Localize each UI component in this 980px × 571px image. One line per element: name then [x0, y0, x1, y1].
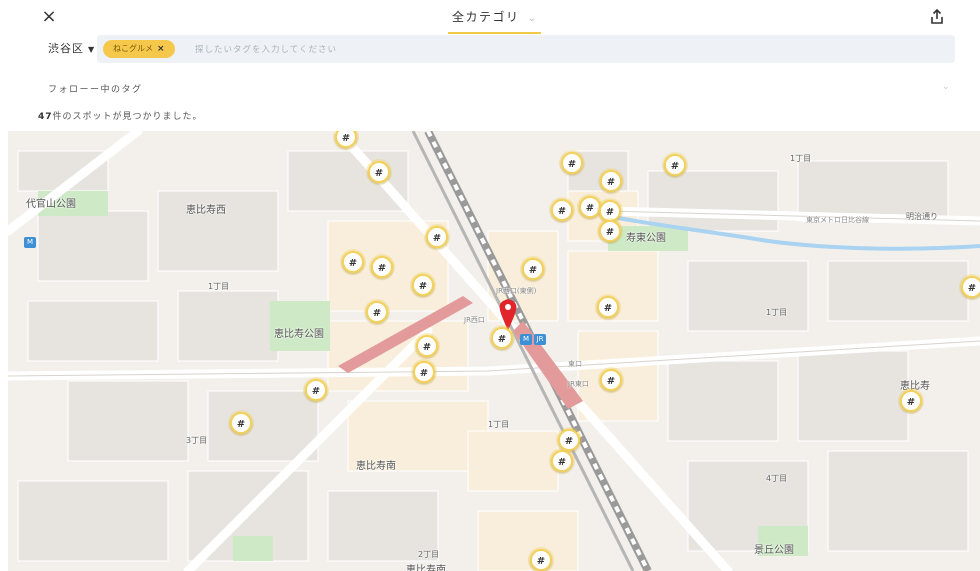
spot-pin[interactable]: #	[412, 274, 434, 296]
remove-tag-icon[interactable]: ×	[157, 44, 165, 54]
spot-pin[interactable]: #	[597, 296, 619, 318]
close-button[interactable]: ×	[40, 8, 58, 26]
map-label: 恵比寿西	[186, 205, 226, 216]
spot-pin[interactable]: #	[961, 276, 980, 298]
chevron-down-icon: ⌄	[942, 82, 950, 92]
map-label: 東京メトロ日比谷線	[806, 216, 869, 224]
close-icon[interactable]: ×	[41, 6, 56, 27]
spot-pin[interactable]: #	[600, 170, 622, 192]
map-label: 1丁目	[208, 282, 230, 291]
map-label: JR西口(東側)	[496, 287, 537, 295]
spot-pin[interactable]: #	[599, 220, 621, 242]
map-label: 2丁目	[418, 550, 440, 559]
map-label: 1丁目	[766, 308, 788, 317]
map-label: 恵比寿南	[356, 461, 396, 472]
spot-pin[interactable]: #	[558, 429, 580, 451]
spot-pin[interactable]: #	[561, 152, 583, 174]
map-label: 明治通り	[906, 212, 938, 221]
area-selector[interactable]: 渋谷区 ▼	[48, 40, 95, 56]
followed-tags-toggle[interactable]: フォローー中のタグ ⌄	[0, 82, 980, 98]
map-label: 恵比寿公園	[274, 329, 324, 340]
share-button[interactable]	[928, 8, 946, 26]
tag-search-box[interactable]: ねこグルメ ×	[97, 35, 955, 63]
map-label: 恵比寿南	[406, 565, 446, 571]
category-label: 全カテゴリ	[452, 10, 520, 24]
spot-pin[interactable]: #	[342, 251, 364, 273]
spot-pin[interactable]: #	[491, 327, 513, 349]
map-label: 3丁目	[186, 436, 208, 445]
spot-pin[interactable]: #	[664, 154, 686, 176]
followed-tags-label: フォローー中のタグ	[48, 85, 143, 95]
map-label: 1丁目	[488, 420, 510, 429]
spot-pin[interactable]: #	[579, 196, 601, 218]
tag-search-input[interactable]	[193, 39, 937, 61]
spot-pin[interactable]: #	[599, 200, 621, 222]
result-count-text: 47件のスポットが見つかりました。	[38, 109, 203, 122]
map-label: JR東口	[568, 380, 589, 388]
result-text: 件のスポットが見つかりました。	[52, 112, 203, 122]
spot-pin[interactable]: #	[413, 361, 435, 383]
map-base	[8, 131, 980, 571]
spot-pin[interactable]: #	[426, 226, 448, 248]
spot-pin[interactable]: #	[522, 258, 544, 280]
jr-station-icon[interactable]: JR	[534, 334, 546, 345]
spot-pin[interactable]: #	[371, 256, 393, 278]
area-label: 渋谷区	[48, 42, 84, 55]
share-icon	[931, 8, 943, 24]
search-row: 渋谷区 ▼ ねこグルメ ×	[0, 35, 980, 63]
map-label: 景丘公園	[754, 545, 794, 556]
map-label: 代官山公園	[26, 199, 76, 210]
map-label: 恵比寿	[900, 381, 930, 392]
spot-pin[interactable]: #	[551, 199, 573, 221]
spot-pin[interactable]: #	[305, 379, 327, 401]
chevron-down-icon: ▼	[88, 45, 96, 54]
metro-station-icon[interactable]: M	[24, 237, 36, 248]
spot-pin[interactable]: #	[530, 549, 552, 571]
spot-pin[interactable]: #	[366, 301, 388, 323]
spot-pin[interactable]: #	[230, 412, 252, 434]
map-label: 4丁目	[766, 474, 788, 483]
map-label: 寿東公園	[626, 233, 666, 244]
spot-pin[interactable]: #	[416, 335, 438, 357]
result-count: 47	[38, 112, 53, 122]
metro-station-icon[interactable]: M	[520, 334, 532, 345]
spot-pin[interactable]: #	[900, 390, 922, 412]
category-dropdown[interactable]: 全カテゴリ ⌄	[448, 8, 542, 34]
top-bar: × 全カテゴリ ⌄	[0, 0, 980, 34]
map-label: 東口	[568, 360, 582, 368]
map-label: JR西口	[464, 316, 485, 324]
spot-pin[interactable]: #	[368, 161, 390, 183]
spot-pin[interactable]: #	[551, 450, 573, 472]
tag-chip-label: ねこグルメ	[113, 44, 153, 53]
map-view[interactable]: 代官山公園 恵比寿西 1丁目 恵比寿公園 1丁目 1丁目 1丁目 3丁目 恵比寿…	[8, 131, 980, 571]
chevron-down-icon: ⌄	[527, 13, 538, 24]
map-label: 1丁目	[790, 154, 812, 163]
spot-pin[interactable]: #	[600, 369, 622, 391]
tag-chip[interactable]: ねこグルメ ×	[103, 40, 175, 58]
